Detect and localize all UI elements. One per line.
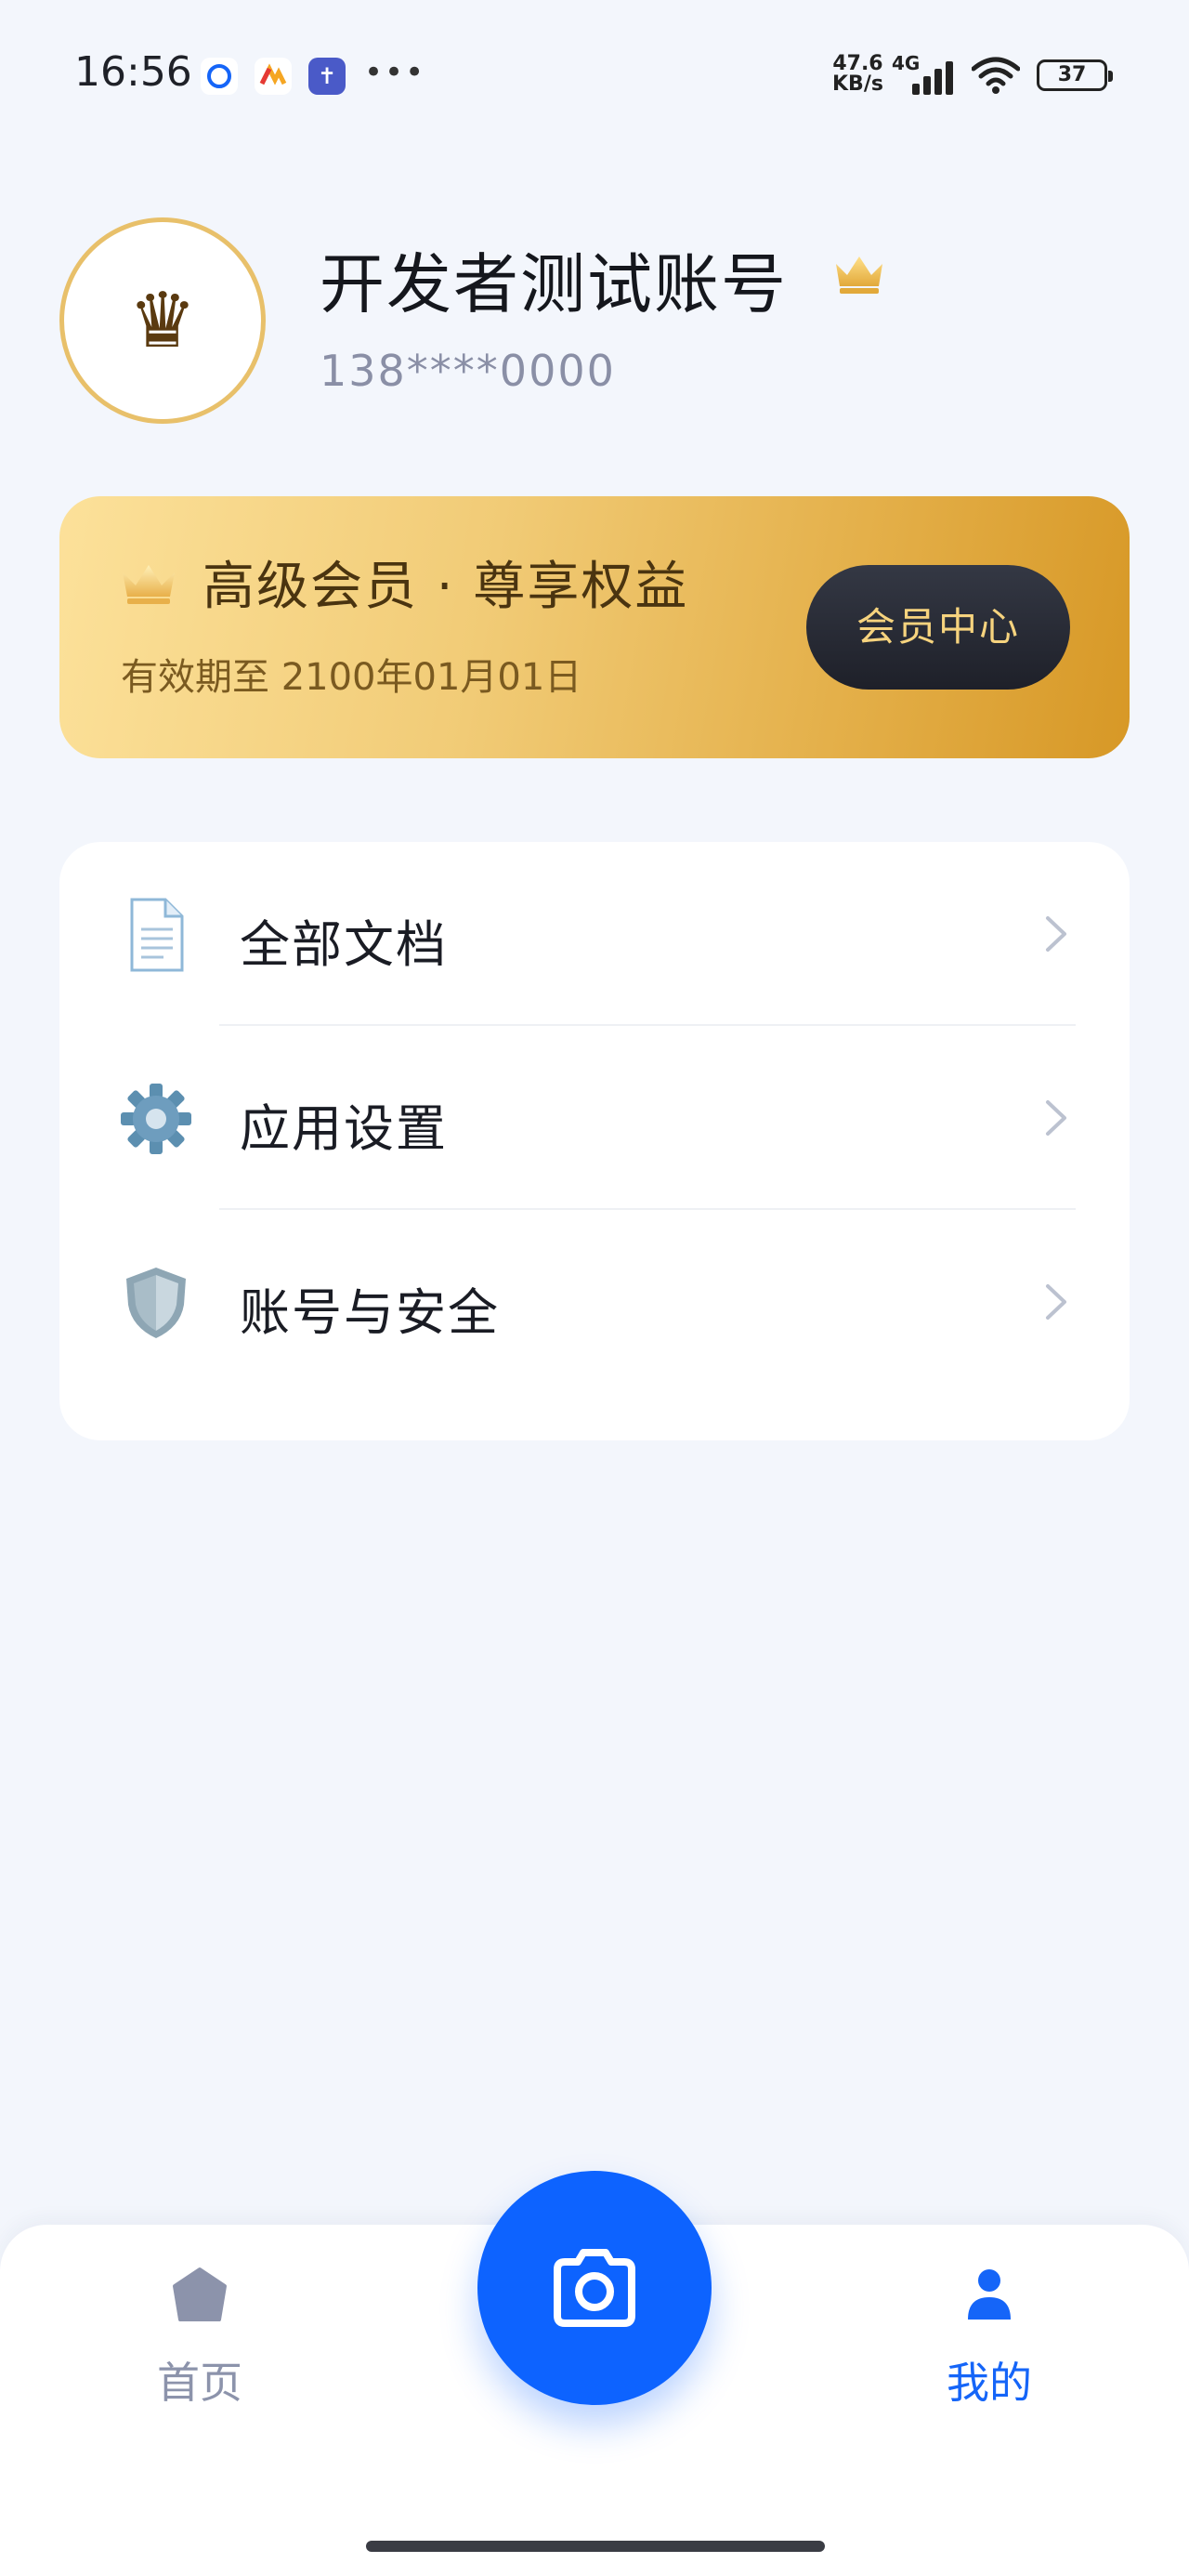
crown-icon: ♛ — [128, 276, 197, 365]
tab-mine[interactable]: 我的 — [920, 2266, 1059, 2408]
notification-app-icon — [255, 58, 292, 95]
wifi-icon — [972, 57, 1020, 94]
vip-center-button[interactable]: 会员中心 — [806, 565, 1070, 690]
camera-button[interactable] — [477, 2171, 712, 2405]
chevron-right-icon — [1046, 916, 1066, 952]
vip-expire-date: 有效期至 2100年01月01日 — [121, 656, 582, 699]
shield-notification-icon: ✝ — [308, 58, 346, 95]
vip-title: 高级会员 · 尊享权益 — [203, 557, 689, 617]
avatar[interactable]: ♛ — [59, 217, 266, 424]
user-icon — [968, 2269, 1011, 2320]
battery-icon: 37 — [1037, 59, 1113, 91]
status-time: 16:56 — [74, 48, 192, 96]
home-icon — [173, 2267, 227, 2321]
signal-icon — [912, 58, 959, 95]
menu-item-label: 应用设置 — [240, 1099, 448, 1158]
gear-icon — [121, 1084, 191, 1154]
menu-item-documents[interactable]: 全部文档 — [59, 842, 1130, 1026]
battery-level: 37 — [1057, 63, 1087, 86]
tab-home[interactable]: 首页 — [130, 2266, 269, 2408]
tab-mine-label: 我的 — [947, 2358, 1032, 2408]
vip-crown-icon — [836, 256, 882, 294]
home-indicator — [366, 2541, 825, 2552]
menu-item-account-security[interactable]: 账号与安全 — [59, 1210, 1130, 1394]
crown-icon — [123, 565, 175, 604]
document-icon — [130, 898, 184, 972]
username: 开发者测试账号 — [320, 246, 788, 322]
menu-card: 全部文档 应用设置 账号与安全 — [59, 842, 1130, 1440]
tab-home-label: 首页 — [157, 2358, 242, 2408]
camera-icon — [554, 2249, 635, 2327]
network-speed: 47.6 KB/s — [832, 52, 883, 96]
menu-item-label: 账号与安全 — [240, 1283, 500, 1342]
phone-number: 138****0000 — [320, 346, 616, 396]
shield-icon — [126, 1268, 186, 1338]
menu-item-label: 全部文档 — [240, 915, 448, 974]
menu-item-settings[interactable]: 应用设置 — [59, 1026, 1130, 1210]
more-notifications-icon: ••• — [364, 54, 426, 91]
notification-app-icon — [201, 58, 238, 95]
status-bar: 16:56 ✝ ••• 47.6 KB/s 4G 37 — [0, 0, 1189, 149]
chevron-right-icon — [1046, 1100, 1066, 1136]
vip-card[interactable]: 高级会员 · 尊享权益 有效期至 2100年01月01日 会员中心 — [59, 496, 1130, 758]
chevron-right-icon — [1046, 1284, 1066, 1320]
